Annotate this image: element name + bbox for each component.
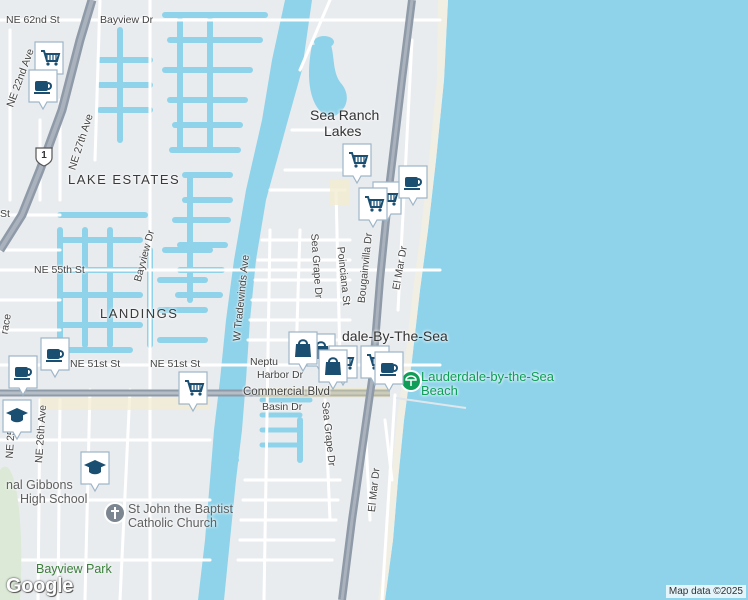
area-label-lake-estates: LAKE ESTATES xyxy=(68,172,181,187)
us1-shield-number: 1 xyxy=(41,150,47,161)
shopping-cart-marker[interactable] xyxy=(176,370,210,414)
area-label-landings: LANDINGS xyxy=(100,306,179,321)
graduation-cap-marker[interactable] xyxy=(0,398,34,442)
street-label-ne-55th: NE 55th St xyxy=(34,264,85,276)
coffee-cup-marker[interactable] xyxy=(6,354,40,398)
poi-label-school-line1[interactable]: nal Gibbons xyxy=(6,478,73,492)
coffee-cup-marker[interactable] xyxy=(372,350,406,394)
street-label-bayview-top: Bayview Dr xyxy=(100,14,154,26)
shopping-cart-marker[interactable] xyxy=(340,142,374,186)
street-label-ne-62nd: NE 62nd St xyxy=(6,14,60,26)
street-label-st: St xyxy=(0,208,10,220)
shopping-bag-marker[interactable] xyxy=(316,348,350,392)
area-label-sea-ranch: Sea Ranch xyxy=(310,107,380,123)
area-label-lakes: Lakes xyxy=(324,123,362,139)
street-label-ne-51st-right: NE 51st St xyxy=(150,358,201,370)
us1-shield-icon: 1 xyxy=(33,146,55,168)
coffee-cup-marker[interactable] xyxy=(38,336,72,380)
poi-label-church-line1[interactable]: St John the Baptist xyxy=(128,502,233,516)
poi-label-church-line2[interactable]: Catholic Church xyxy=(128,516,217,530)
poi-label-bayview-park[interactable]: Bayview Park xyxy=(36,562,112,576)
coffee-cup-marker[interactable] xyxy=(396,164,430,208)
shopping-cart-marker[interactable] xyxy=(356,186,390,230)
street-label-basin: Basin Dr xyxy=(262,401,303,413)
shopping-bag-marker[interactable] xyxy=(286,330,320,374)
poi-label-beach-line2[interactable]: Beach xyxy=(421,384,458,398)
poi-label-school-line2[interactable]: High School xyxy=(20,492,87,506)
area-label-lauderdale-by-the-sea: dale-By-The-Sea xyxy=(342,328,448,344)
graduation-cap-marker[interactable] xyxy=(78,450,112,494)
street-label-ne-51st-left: NE 51st St xyxy=(70,358,121,370)
google-logo: Google xyxy=(6,575,74,597)
church-cross-icon[interactable] xyxy=(104,502,126,524)
map-data-credit[interactable]: Map data ©2025 xyxy=(665,585,746,598)
poi-label-beach-line1[interactable]: Lauderdale-by-the-Sea xyxy=(421,370,554,384)
map-canvas[interactable]: LAKE ESTATES LANDINGS Sea Ranch Lakes da… xyxy=(0,0,748,600)
street-label-neptune: Neptu xyxy=(250,356,279,368)
coffee-cup-marker[interactable] xyxy=(26,68,60,112)
